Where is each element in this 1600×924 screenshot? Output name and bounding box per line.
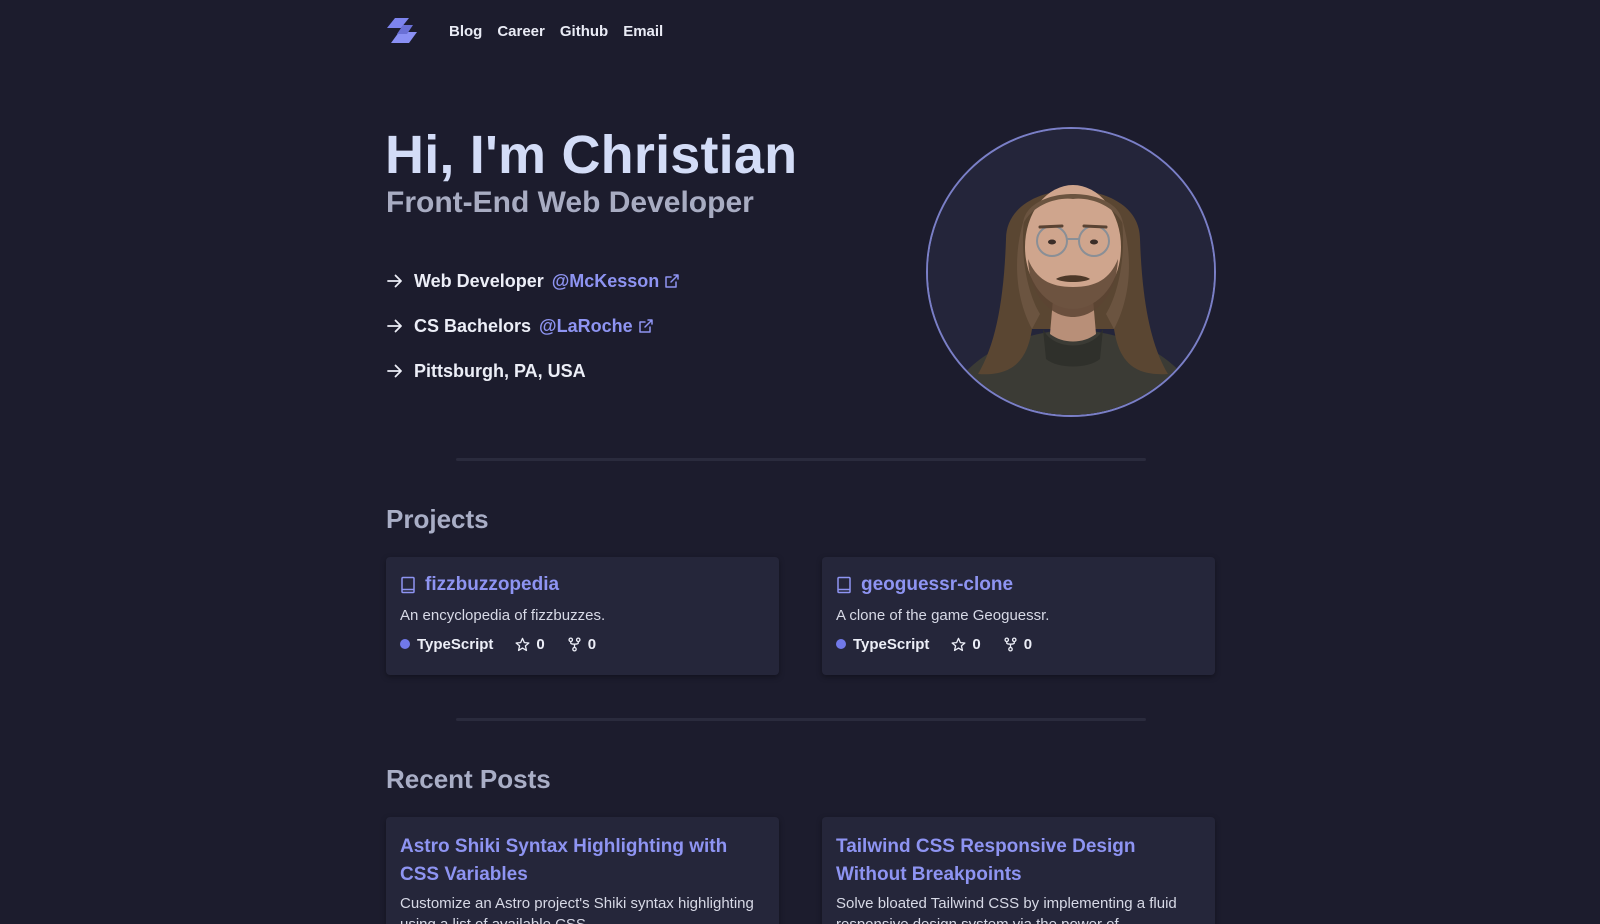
fork-icon — [568, 636, 581, 652]
project-language: TypeScript — [853, 635, 930, 653]
hero-facts: Web Developer @McKesson CS Bachelors @La… — [386, 266, 680, 401]
external-link-icon — [638, 319, 653, 333]
fact-label: Pittsburgh, PA, USA — [414, 360, 586, 381]
arrow-right-icon — [387, 364, 402, 378]
post-excerpt: Customize an Astro project's Shiki synta… — [400, 895, 754, 924]
logo-icon[interactable] — [385, 16, 421, 46]
top-nav: Blog Career Github Email — [385, 14, 663, 48]
fork-icon — [1004, 636, 1017, 652]
nav-link-career[interactable]: Career — [497, 23, 545, 40]
hero-subtitle: Front-End Web Developer — [386, 186, 754, 219]
post-card: Tailwind CSS Responsive Design Without B… — [822, 817, 1215, 924]
fact-label: CS Bachelors — [414, 315, 532, 336]
forks-count: 0 — [567, 636, 596, 653]
project-card: fizzbuzzopedia An encyclopedia of fizzbu… — [386, 557, 779, 675]
stars-value: 0 — [972, 635, 981, 653]
forks-count: 0 — [1003, 636, 1032, 653]
project-name-link[interactable]: geoguessr-clone — [861, 574, 1013, 596]
post-excerpt: Solve bloated Tailwind CSS by implementi… — [836, 895, 1177, 924]
forks-value: 0 — [1023, 635, 1033, 653]
project-name-link[interactable]: fizzbuzzopedia — [425, 574, 559, 596]
project-meta: TypeScript 0 0 — [836, 634, 1201, 654]
nav-links: Blog Career Github Email — [449, 23, 663, 40]
project-card-header: fizzbuzzopedia — [400, 573, 765, 597]
project-meta: TypeScript 0 0 — [400, 634, 765, 654]
avatar-portrait — [928, 129, 1214, 415]
arrow-right-icon — [387, 274, 402, 288]
projects-heading: Projects — [386, 504, 489, 534]
stars-count: 0 — [951, 635, 981, 653]
language-dot — [836, 639, 846, 649]
post-title-link[interactable]: Astro Shiki Syntax Highlighting with CSS… — [400, 833, 765, 889]
project-card-header: geoguessr-clone — [836, 573, 1201, 597]
mckesson-link[interactable]: @McKesson — [552, 271, 681, 292]
project-description: A clone of the game Geoguessr. — [836, 607, 1050, 624]
nav-link-blog[interactable]: Blog — [449, 23, 482, 40]
star-icon — [951, 637, 966, 651]
recent-posts-heading: Recent Posts — [386, 764, 551, 794]
laroche-link[interactable]: @LaRoche — [539, 316, 654, 337]
fact-label: Web Developer — [414, 270, 544, 291]
fact-education: CS Bachelors @LaRoche — [386, 311, 680, 341]
project-language: TypeScript — [417, 635, 494, 653]
nav-link-email[interactable]: Email — [623, 23, 663, 40]
avatar — [926, 127, 1216, 417]
forks-value: 0 — [587, 635, 597, 653]
project-card: geoguessr-clone A clone of the game Geog… — [822, 557, 1215, 675]
fact-job: Web Developer @McKesson — [386, 266, 680, 296]
post-card: Astro Shiki Syntax Highlighting with CSS… — [386, 817, 779, 924]
repo-book-icon — [401, 576, 415, 594]
mckesson-link-label: @McKesson — [551, 270, 660, 291]
fact-location: Pittsburgh, PA, USA — [386, 356, 680, 386]
nav-link-github[interactable]: Github — [560, 23, 608, 40]
stars-value: 0 — [536, 635, 545, 653]
language-dot — [400, 639, 410, 649]
post-title-link[interactable]: Tailwind CSS Responsive Design Without B… — [836, 833, 1201, 889]
star-icon — [515, 637, 530, 651]
laroche-link-label: @LaRoche — [539, 315, 633, 336]
project-description: An encyclopedia of fizzbuzzes. — [400, 607, 606, 624]
hero-title: Hi, I'm Christian — [385, 125, 798, 185]
section-divider — [456, 458, 1146, 461]
section-divider — [456, 718, 1146, 721]
stars-count: 0 — [515, 635, 545, 653]
repo-book-icon — [837, 576, 851, 594]
external-link-icon — [665, 274, 680, 288]
arrow-right-icon — [387, 319, 402, 333]
